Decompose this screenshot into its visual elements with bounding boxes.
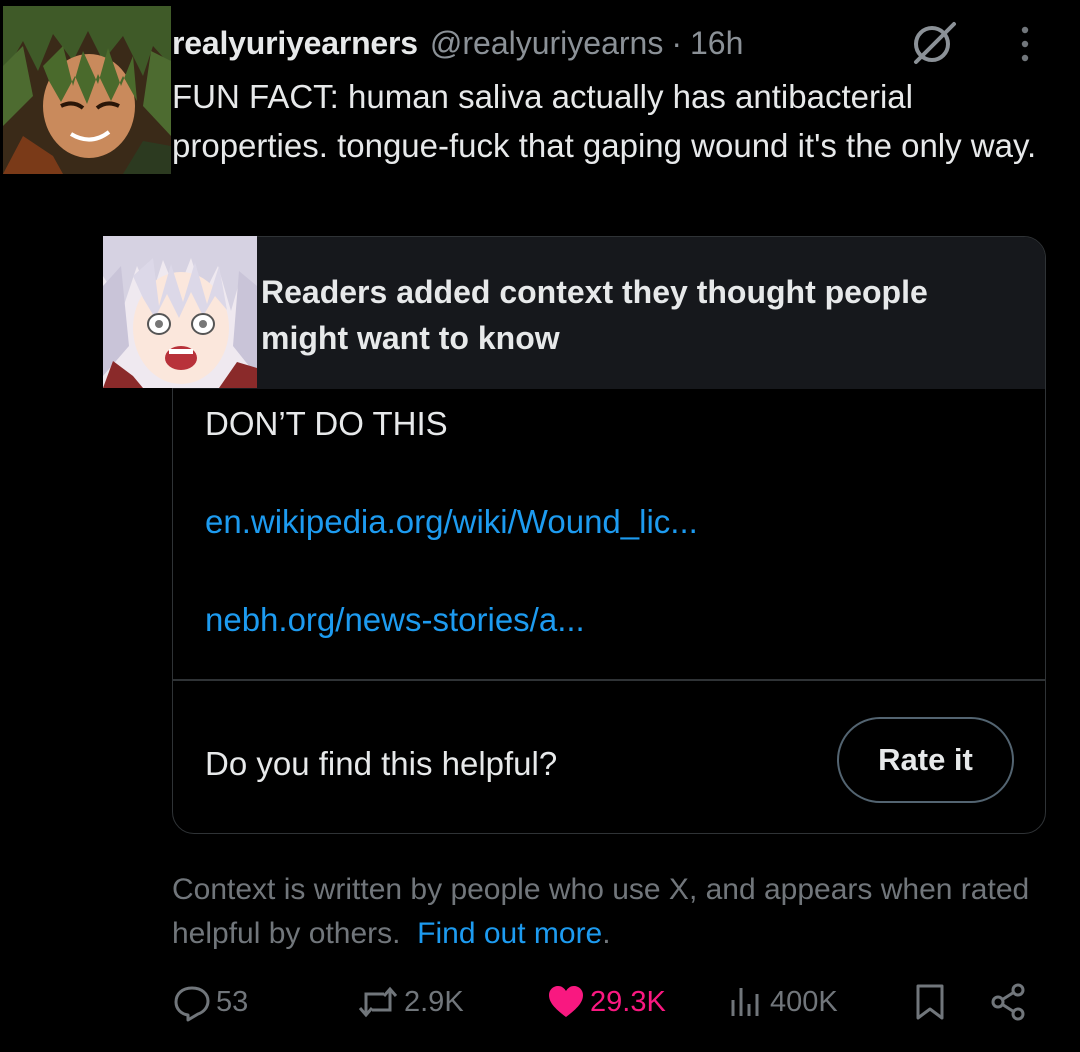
reply-icon [174, 986, 210, 1022]
views-icon [731, 988, 759, 1016]
like-count: 29.3K [590, 985, 666, 1018]
display-name[interactable]: realyuriyearners [172, 25, 418, 62]
bookmark-icon [916, 984, 944, 1020]
divider [173, 679, 1045, 681]
heart-icon [549, 986, 583, 1017]
separator-dot: · [671, 24, 682, 61]
note-title: Readers added context they thought peopl… [261, 274, 928, 356]
share-button[interactable] [988, 972, 1028, 1032]
tweet-header: realyuriyearners @realyuriyearns · 16h [172, 20, 743, 66]
repost-count: 2.9K [404, 985, 464, 1018]
find-out-more-link[interactable]: Find out more [417, 917, 602, 950]
bookmark-button[interactable] [912, 972, 948, 1032]
share-icon [991, 983, 1025, 1021]
reply-button[interactable]: 53 [172, 972, 248, 1032]
timestamp[interactable]: 16h [690, 25, 743, 62]
like-button[interactable]: 29.3K [546, 972, 666, 1032]
context-footer-end: . [602, 917, 611, 950]
repost-button[interactable]: 2.9K [356, 972, 464, 1032]
views-button[interactable]: 400K [726, 972, 838, 1032]
reaction-image [103, 236, 257, 388]
note-text: DON’T DO THIS [205, 405, 448, 442]
handle[interactable]: @realyuriyearns [430, 25, 663, 62]
repost-icon [358, 986, 398, 1018]
reply-count: 53 [216, 985, 249, 1018]
note-link-wikipedia[interactable]: en.wikipedia.org/wiki/Wound_lic... [205, 503, 698, 541]
views-count: 400K [770, 985, 838, 1018]
action-bar: 53 2.9K 29.3K 400K [0, 972, 1080, 1032]
more-icon[interactable] [1012, 24, 1038, 64]
note-header[interactable]: Readers added context they thought peopl… [173, 237, 1045, 389]
helpful-question: Do you find this helpful? [205, 745, 558, 782]
tweet: realyuriyearners @realyuriyearns · 16h F… [0, 0, 1080, 1052]
rate-it-button[interactable]: Rate it [837, 717, 1014, 803]
community-note: Readers added context they thought peopl… [172, 236, 1046, 834]
tweet-text: FUN FACT: human saliva actually has anti… [172, 78, 1037, 164]
context-footer: Context is written by people who use X, … [172, 868, 1052, 956]
avatar[interactable] [3, 6, 171, 174]
note-link-nebh[interactable]: nebh.org/news-stories/a... [205, 601, 585, 639]
grok-icon[interactable] [908, 18, 960, 68]
